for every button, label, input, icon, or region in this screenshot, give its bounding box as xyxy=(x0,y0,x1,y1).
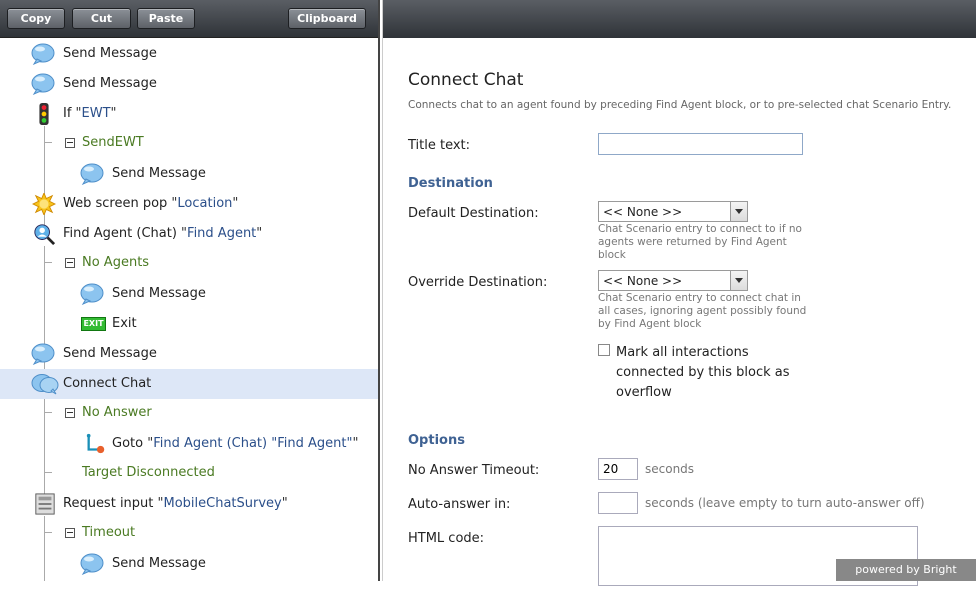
tree-label: Web screen pop "Location" xyxy=(63,196,239,211)
override-destination-select[interactable]: << None >> xyxy=(598,270,748,291)
block-title: Connect Chat xyxy=(408,70,524,90)
block-name: Location xyxy=(177,196,233,211)
block-type: Request input xyxy=(63,496,158,511)
chat-bubble-icon xyxy=(80,553,104,575)
web-screen-pop-icon xyxy=(32,193,56,215)
auto-answer-unit: seconds (leave empty to turn auto-answer… xyxy=(645,496,925,510)
collapse-toggle[interactable] xyxy=(65,528,75,538)
branch-label: No Answer xyxy=(82,405,152,420)
overflow-checkbox-label: Mark all interactions connected by this … xyxy=(616,345,790,400)
block-name: Find Agent xyxy=(187,226,257,241)
tree-label: Send Message xyxy=(112,286,206,301)
tree-row-send-message[interactable]: Send Message xyxy=(0,339,378,369)
collapse-toggle[interactable] xyxy=(65,138,75,148)
branch-label: SendEWT xyxy=(82,135,144,150)
collapse-toggle[interactable] xyxy=(65,258,75,268)
branch-label: No Agents xyxy=(82,255,150,270)
block-description: Connects chat to an agent found by prece… xyxy=(408,99,952,111)
goto-icon xyxy=(86,433,105,454)
tree-row-branch-no-agents[interactable]: No Agents xyxy=(0,249,378,279)
selected-value: << None >> xyxy=(603,274,683,288)
branch-label: Timeout xyxy=(82,525,136,540)
override-destination-help: Chat Scenario entry to connect chat in a… xyxy=(598,292,807,330)
chat-bubble-icon xyxy=(31,343,55,365)
destination-section-header: Destination xyxy=(408,176,493,191)
tree-label: If "EWT" xyxy=(63,106,117,121)
tree-label: Send Message xyxy=(112,166,206,181)
no-answer-unit: seconds xyxy=(645,462,695,476)
tree-row-if[interactable]: If "EWT" xyxy=(0,99,378,129)
block-type: Goto xyxy=(112,436,148,451)
connect-chat-icon xyxy=(31,374,59,395)
chat-bubble-icon xyxy=(80,283,104,305)
default-destination-select[interactable]: << None >> xyxy=(598,201,748,222)
collapse-toggle[interactable] xyxy=(65,408,75,418)
override-destination-label: Override Destination: xyxy=(408,275,548,290)
block-type: Find Agent (Chat) xyxy=(63,226,182,241)
chevron-down-icon[interactable] xyxy=(730,271,747,290)
chat-bubble-icon xyxy=(31,43,55,65)
tree-row-send-message[interactable]: Send Message xyxy=(0,39,378,69)
tree-label: Request input "MobileChatSurvey" xyxy=(63,496,288,511)
tree-label: Send Message xyxy=(63,346,157,361)
tree-row-find-agent[interactable]: Find Agent (Chat) "Find Agent" xyxy=(0,219,378,249)
branch-label: Target Disconnected xyxy=(82,465,215,480)
cut-button[interactable]: Cut xyxy=(72,8,131,29)
tree-label: Send Message xyxy=(63,76,157,91)
auto-answer-input[interactable] xyxy=(598,492,638,514)
block-type: Web screen pop xyxy=(63,196,172,211)
overflow-checkbox[interactable] xyxy=(598,344,610,356)
default-destination-help: Chat Scenario entry to connect to if no … xyxy=(598,223,802,261)
tree-row-connect-chat[interactable]: Connect Chat xyxy=(0,369,378,399)
properties-toolbar xyxy=(383,0,976,38)
block-name: EWT xyxy=(81,106,111,121)
block-name: Find Agent (Chat) "Find Agent" xyxy=(153,436,353,451)
powered-by-badge: powered by Bright Pattern xyxy=(836,559,976,598)
chat-bubble-icon xyxy=(80,163,104,185)
tree-label: Goto "Find Agent (Chat) "Find Agent"" xyxy=(112,436,359,451)
options-section-header: Options xyxy=(408,433,465,448)
html-code-label: HTML code: xyxy=(408,531,485,546)
traffic-light-icon xyxy=(39,103,49,125)
tree-row-send-message[interactable]: Send Message xyxy=(0,159,378,189)
no-answer-timeout-input[interactable] xyxy=(598,458,638,480)
tree-label: Connect Chat xyxy=(63,376,152,391)
block-properties-panel: Connect Chat Connects chat to an agent f… xyxy=(382,0,976,586)
tree-row-branch-timeout[interactable]: Timeout xyxy=(0,519,378,549)
chevron-down-icon[interactable] xyxy=(730,202,747,221)
tree-label: Exit xyxy=(112,316,137,331)
tree-toolbar: Copy Cut Paste Clipboard xyxy=(0,0,378,38)
tree-row-branch-sendewt[interactable]: SendEWT xyxy=(0,129,378,159)
tree-row-goto[interactable]: Goto "Find Agent (Chat) "Find Agent"" xyxy=(0,429,378,459)
no-answer-timeout-label: No Answer Timeout: xyxy=(408,463,540,478)
block-name: MobileChatSurvey xyxy=(163,496,282,511)
title-text-input[interactable] xyxy=(598,133,803,155)
tree-row-branch-no-answer[interactable]: No Answer xyxy=(0,399,378,429)
find-agent-icon xyxy=(34,224,56,245)
tree-row-send-message[interactable]: Send Message xyxy=(0,549,378,579)
exit-icon: EXIT xyxy=(81,317,106,331)
auto-answer-label: Auto-answer in: xyxy=(408,497,511,512)
scenario-tree-panel: Copy Cut Paste Clipboard Send Message Se… xyxy=(0,0,380,581)
block-type: If xyxy=(63,106,76,121)
tree-row-web-screen-pop[interactable]: Web screen pop "Location" xyxy=(0,189,378,219)
tree-row-request-input[interactable]: Request input "MobileChatSurvey" xyxy=(0,489,378,519)
tree-label: Send Message xyxy=(112,556,206,571)
tree-row-send-message[interactable]: Send Message xyxy=(0,69,378,99)
tree-row-exit[interactable]: EXIT Exit xyxy=(0,309,378,339)
default-destination-label: Default Destination: xyxy=(408,206,539,221)
tree-label: Find Agent (Chat) "Find Agent" xyxy=(63,226,263,241)
title-text-label: Title text: xyxy=(408,138,471,153)
tree-row-send-message[interactable]: Send Message xyxy=(0,279,378,309)
tree-row-branch-target-disconnected[interactable]: Target Disconnected xyxy=(0,459,378,489)
copy-button[interactable]: Copy xyxy=(7,8,65,29)
request-input-icon xyxy=(35,493,55,515)
clipboard-button[interactable]: Clipboard xyxy=(288,8,366,29)
paste-button[interactable]: Paste xyxy=(137,8,195,29)
tree-label: Send Message xyxy=(63,46,157,61)
selected-value: << None >> xyxy=(603,205,683,219)
chat-bubble-icon xyxy=(31,73,55,95)
